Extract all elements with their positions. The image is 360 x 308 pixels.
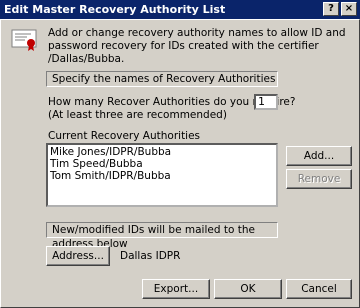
authority-count-input[interactable]: 1 bbox=[254, 94, 278, 110]
ok-button[interactable]: OK bbox=[214, 279, 282, 299]
address-value: Dallas IDPR bbox=[120, 250, 181, 262]
remove-button[interactable]: Remove bbox=[286, 169, 352, 189]
intro-text: Add or change recovery authority names t… bbox=[48, 27, 346, 65]
window-title: Edit Master Recovery Authority List bbox=[4, 3, 226, 16]
cancel-button[interactable]: Cancel bbox=[286, 279, 352, 299]
list-item[interactable]: Mike Jones/IDPR/Bubba bbox=[50, 146, 274, 158]
list-label: Current Recovery Authorities bbox=[48, 130, 201, 142]
list-item[interactable]: Tom Smith/IDPR/Bubba bbox=[50, 170, 274, 182]
export-button[interactable]: Export... bbox=[142, 279, 210, 299]
title-bar: Edit Master Recovery Authority List ? × bbox=[0, 0, 360, 19]
certificate-icon bbox=[11, 29, 37, 51]
help-button[interactable]: ? bbox=[323, 2, 339, 16]
section-heading-mail: New/modified IDs will be mailed to the a… bbox=[46, 222, 278, 250]
recovery-authorities-list[interactable]: Mike Jones/IDPR/Bubba Tim Speed/Bubba To… bbox=[46, 143, 278, 207]
address-button[interactable]: Address... bbox=[46, 246, 110, 266]
add-button[interactable]: Add... bbox=[286, 146, 352, 166]
section-heading-names: Specify the names of Recovery Authoritie… bbox=[46, 71, 278, 87]
close-button[interactable]: × bbox=[341, 2, 357, 16]
count-hint: (At least three are recommended) bbox=[48, 109, 227, 121]
list-item[interactable]: Tim Speed/Bubba bbox=[50, 158, 274, 170]
